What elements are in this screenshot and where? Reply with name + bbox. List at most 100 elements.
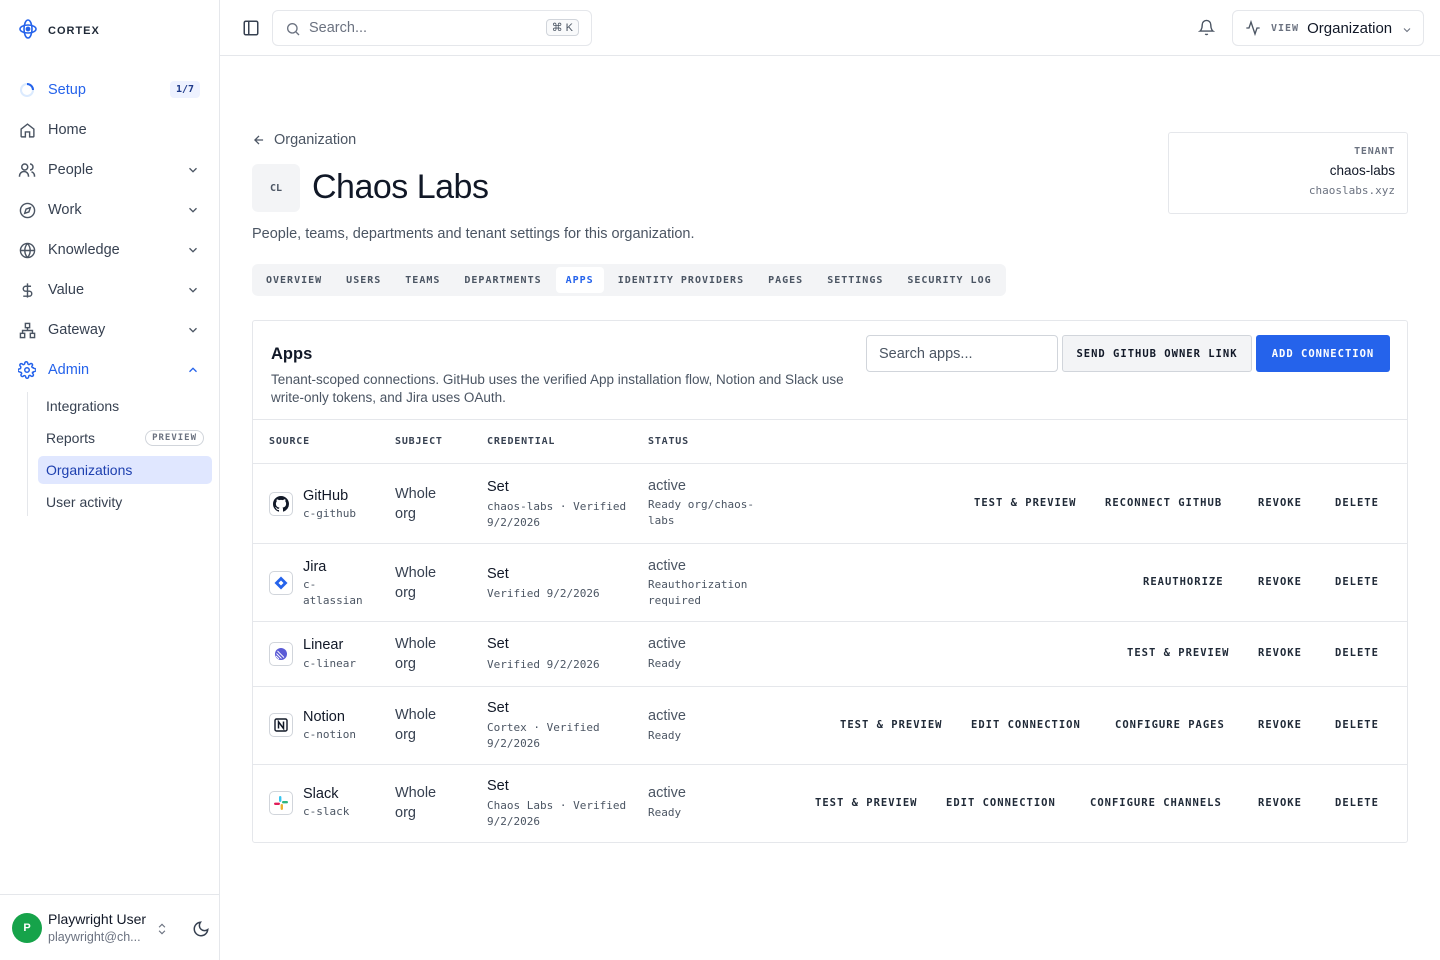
avatar: P	[12, 913, 42, 943]
user-menu[interactable]: P Playwright User playwright@ch...	[0, 894, 219, 960]
sidebar-item-reports[interactable]: Reports PREVIEW	[38, 424, 212, 452]
tenant-slug: chaos-labs	[1329, 163, 1395, 178]
tab-apps[interactable]: APPS	[555, 267, 604, 293]
revoke-button[interactable]: REVOKE	[1258, 497, 1302, 509]
test-preview-button[interactable]: TEST & PREVIEW	[974, 497, 1077, 509]
apps-search-input[interactable]	[866, 335, 1058, 372]
tab-teams[interactable]: TEAMS	[395, 267, 450, 293]
gear-icon	[18, 361, 36, 379]
subject: Whole org	[395, 636, 437, 672]
sidebar-item-admin[interactable]: Admin	[8, 350, 212, 390]
revoke-button[interactable]: REVOKE	[1258, 647, 1302, 659]
tab-pages[interactable]: PAGES	[758, 267, 813, 293]
network-icon	[18, 321, 36, 339]
sidebar-item-people[interactable]: People	[8, 150, 212, 190]
tab-settings[interactable]: SETTINGS	[817, 267, 893, 293]
source-name: Jira	[303, 559, 327, 575]
status-note: Ready	[648, 729, 682, 742]
sidebar-item-knowledge[interactable]: Knowledge	[8, 230, 212, 270]
sidebar-item-integrations[interactable]: Integrations	[38, 392, 212, 420]
chevron-down-icon	[186, 323, 200, 337]
test-preview-button[interactable]: TEST & PREVIEW	[840, 719, 943, 731]
reauthorize-button[interactable]: REAUTHORIZE	[1143, 576, 1224, 588]
chevrons-up-down-icon[interactable]	[155, 921, 169, 937]
tenant-label: TENANT	[1354, 146, 1395, 157]
dollar-icon	[18, 281, 36, 299]
configure-channels-button[interactable]: CONFIGURE CHANNELS	[1090, 797, 1222, 809]
subject: Whole org	[395, 707, 437, 743]
tab-identity-providers[interactable]: IDENTITY PROVIDERS	[608, 267, 754, 293]
revoke-button[interactable]: REVOKE	[1258, 719, 1302, 731]
sidebar-item-gateway[interactable]: Gateway	[8, 310, 212, 350]
page-title: Chaos Labs	[312, 168, 489, 206]
brand-name: CORTEX	[48, 25, 100, 37]
search-placeholder: Search...	[309, 20, 368, 36]
add-connection-button[interactable]: ADD CONNECTION	[1256, 335, 1390, 372]
sidebar-item-label: People	[48, 162, 94, 178]
credential-note: Verified 9/2/2026	[487, 658, 600, 671]
status: active	[648, 478, 686, 494]
brand[interactable]: CORTEX	[18, 18, 100, 42]
revoke-button[interactable]: REVOKE	[1258, 797, 1302, 809]
delete-button[interactable]: DELETE	[1335, 797, 1379, 809]
status: active	[648, 558, 686, 574]
credential: Set	[487, 636, 509, 652]
chevron-down-icon	[186, 203, 200, 217]
credential: Set	[487, 700, 509, 716]
sidebar-item-work[interactable]: Work	[8, 190, 212, 230]
delete-button[interactable]: DELETE	[1335, 576, 1379, 588]
chevron-down-icon	[186, 243, 200, 257]
sidebar-item-home[interactable]: Home	[8, 110, 212, 150]
table-header: SOURCE SUBJECT CREDENTIAL STATUS	[253, 419, 1407, 464]
sidebar-item-label: Admin	[48, 362, 90, 378]
back-link[interactable]: Organization	[252, 132, 356, 148]
configure-pages-button[interactable]: CONFIGURE PAGES	[1115, 719, 1225, 731]
sidebar-item-value[interactable]: Value	[8, 270, 212, 310]
moon-icon[interactable]	[192, 920, 210, 938]
status: active	[648, 708, 686, 724]
delete-button[interactable]: DELETE	[1335, 647, 1379, 659]
column-header-source: SOURCE	[269, 436, 310, 447]
bell-icon[interactable]	[1197, 19, 1216, 37]
slack-icon	[269, 791, 293, 815]
tab-users[interactable]: USERS	[336, 267, 391, 293]
topbar: Search... ⌘ K VIEW Organization	[220, 0, 1440, 56]
table-row: Jira c-atlassian Whole org Set Verified …	[253, 544, 1407, 622]
tab-security-log[interactable]: SECURITY LOG	[897, 267, 1001, 293]
sidebar: CORTEX Setup 1/7 Home People Work Knowle…	[0, 0, 220, 960]
source-name: Slack	[303, 786, 339, 802]
linear-icon	[269, 642, 293, 666]
credential: Set	[487, 566, 509, 582]
tab-overview[interactable]: OVERVIEW	[256, 267, 332, 293]
view-selector[interactable]: VIEW Organization	[1232, 10, 1424, 46]
tab-departments[interactable]: DEPARTMENTS	[454, 267, 551, 293]
home-icon	[18, 121, 36, 139]
delete-button[interactable]: DELETE	[1335, 497, 1379, 509]
shortcut-hint: ⌘ K	[545, 19, 579, 36]
source-id: c-github	[303, 507, 356, 520]
edit-connection-button[interactable]: EDIT CONNECTION	[971, 719, 1081, 731]
sidebar-toggle-icon[interactable]	[242, 19, 260, 37]
credential-note: chaos-labs · Verified 9/2/2026	[487, 500, 627, 529]
edit-connection-button[interactable]: EDIT CONNECTION	[946, 797, 1056, 809]
tenant-card: TENANT chaos-labs chaoslabs.xyz	[1168, 132, 1408, 214]
view-label: VIEW	[1271, 22, 1300, 34]
jira-icon	[269, 571, 293, 595]
sidebar-item-setup[interactable]: Setup 1/7	[8, 70, 212, 110]
test-preview-button[interactable]: TEST & PREVIEW	[815, 797, 918, 809]
global-search-input[interactable]: Search... ⌘ K	[272, 10, 592, 46]
sidebar-item-label: User activity	[46, 494, 123, 510]
delete-button[interactable]: DELETE	[1335, 719, 1379, 731]
credential-note: Verified 9/2/2026	[487, 587, 600, 600]
revoke-button[interactable]: REVOKE	[1258, 576, 1302, 588]
admin-subnav: Integrations Reports PREVIEW Organizatio…	[27, 392, 212, 516]
send-github-owner-link-button[interactable]: SEND GITHUB OWNER LINK	[1062, 335, 1252, 372]
credential-note: Chaos Labs · Verified 9/2/2026	[487, 799, 627, 828]
reconnect-github-button[interactable]: RECONNECT GITHUB	[1105, 497, 1222, 509]
sidebar-item-organizations[interactable]: Organizations	[38, 456, 212, 484]
sidebar-item-user-activity[interactable]: User activity	[38, 488, 212, 516]
credential-note: Cortex · Verified 9/2/2026	[487, 721, 600, 750]
sidebar-item-label: Knowledge	[48, 242, 120, 258]
source-name: Notion	[303, 709, 345, 725]
test-preview-button[interactable]: TEST & PREVIEW	[1127, 647, 1230, 659]
